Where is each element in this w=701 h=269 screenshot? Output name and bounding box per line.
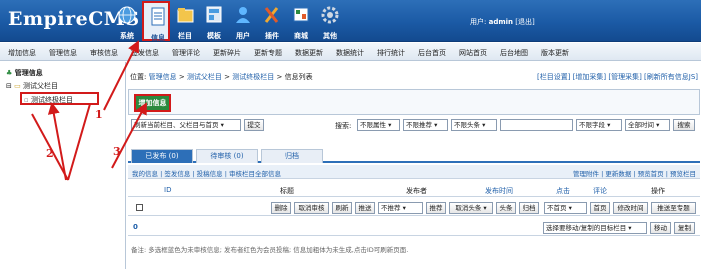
annotation-arrows bbox=[31, 40, 147, 181]
annotation-1: 1 bbox=[95, 108, 103, 121]
arrow-1 bbox=[103, 40, 139, 111]
arrow-2a bbox=[47, 102, 67, 181]
annotation-2: 2 bbox=[46, 147, 54, 160]
arrow-3 bbox=[111, 102, 147, 169]
annotation-3: 3 bbox=[113, 145, 121, 158]
arrow-2b bbox=[67, 103, 91, 181]
